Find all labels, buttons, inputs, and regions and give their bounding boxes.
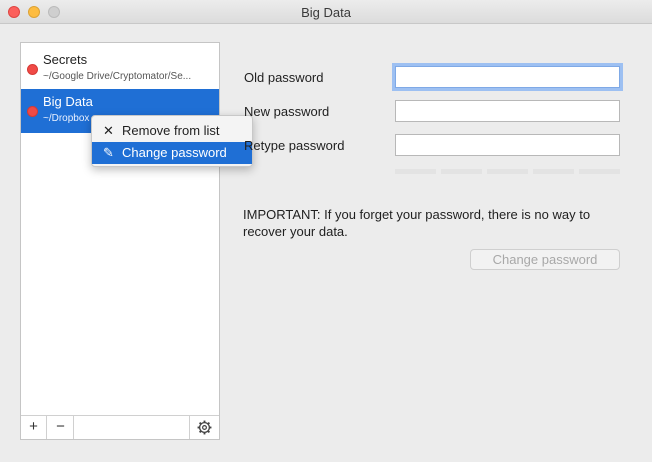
- context-menu: ✕ Remove from list ✎ Change password: [91, 115, 253, 167]
- retype-password-field[interactable]: [395, 134, 620, 156]
- sidebar-toolbar: + −: [21, 415, 219, 439]
- locked-status-icon: [27, 106, 38, 117]
- window-title: Big Data: [301, 5, 351, 20]
- strength-segment: [533, 169, 574, 174]
- minus-icon: −: [56, 418, 65, 435]
- old-password-field[interactable]: [395, 66, 620, 88]
- retype-password-label: Retype password: [244, 138, 345, 153]
- menu-item-label: Remove from list: [122, 123, 220, 138]
- vault-name: Big Data: [43, 94, 93, 109]
- pencil-icon: ✎: [103, 145, 114, 160]
- old-password-label: Old password: [244, 70, 324, 85]
- close-icon: ✕: [103, 123, 114, 138]
- new-password-field[interactable]: [395, 100, 620, 122]
- settings-button[interactable]: [189, 416, 219, 439]
- locked-status-icon: [27, 64, 38, 75]
- gear-icon: [197, 420, 212, 435]
- strength-segment: [487, 169, 528, 174]
- title-bar: Big Data: [0, 0, 652, 24]
- vault-list: Secrets ~/Google Drive/Cryptomator/Se...…: [20, 42, 220, 440]
- important-warning-text: IMPORTANT: If you forget your password, …: [243, 207, 591, 239]
- vault-name: Secrets: [43, 52, 88, 67]
- vault-path: ~/Google Drive/Cryptomator/Se...: [43, 71, 192, 82]
- strength-segment: [395, 169, 436, 174]
- change-password-button[interactable]: Change password: [470, 249, 620, 270]
- vault-item-secrets[interactable]: Secrets ~/Google Drive/Cryptomator/Se...: [21, 47, 219, 91]
- menu-item-label: Change password: [122, 145, 227, 160]
- remove-vault-button[interactable]: −: [48, 416, 74, 439]
- strength-segment: [579, 169, 620, 174]
- plus-icon: +: [29, 418, 38, 435]
- strength-segment: [441, 169, 482, 174]
- menu-item-change-password[interactable]: ✎ Change password: [92, 142, 252, 164]
- new-password-label: New password: [244, 104, 330, 119]
- menu-item-remove-from-list[interactable]: ✕ Remove from list: [92, 120, 252, 142]
- add-vault-button[interactable]: +: [21, 416, 47, 439]
